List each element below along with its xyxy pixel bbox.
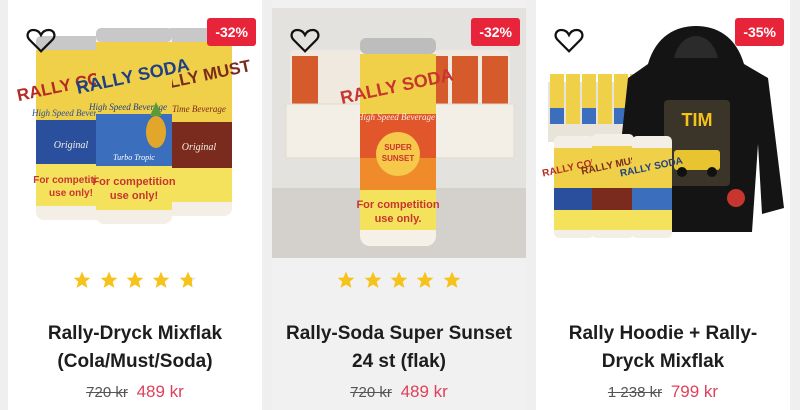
svg-text:SUNSET: SUNSET [382, 154, 415, 163]
discount-badge: -32% [207, 18, 256, 46]
product-price: 720 kr 489 kr [272, 381, 526, 404]
svg-text:use only.: use only. [375, 213, 422, 225]
svg-text:Turbo Tropic: Turbo Tropic [113, 153, 155, 162]
star-icon [337, 271, 355, 288]
product-card[interactable]: RALLY MUST Time Beverage Original RALLY … [8, 0, 262, 410]
svg-text:Original: Original [182, 142, 217, 153]
discount-badge: -35% [735, 18, 784, 46]
star-icon [364, 271, 381, 288]
svg-text:High Speed Beverage: High Speed Beverage [356, 112, 435, 122]
svg-text:use only!: use only! [110, 190, 158, 202]
star-icon [73, 271, 91, 288]
heart-icon[interactable] [290, 26, 320, 54]
heart-icon[interactable] [26, 26, 56, 54]
svg-text:SUPER: SUPER [384, 143, 412, 152]
svg-text:Original: Original [54, 140, 89, 151]
product-title[interactable]: Rally-Soda Super Sunset 24 st (flak) [282, 320, 516, 376]
star-half-icon [179, 271, 197, 288]
product-price: 1 238 kr 799 kr [536, 381, 790, 404]
svg-text:use only!: use only! [49, 188, 93, 199]
heart-icon[interactable] [554, 26, 584, 54]
original-price: 720 kr [86, 384, 128, 401]
sale-price: 489 kr [136, 382, 184, 401]
discount-badge: -32% [471, 18, 520, 46]
sale-price: 489 kr [400, 382, 448, 401]
product-title[interactable]: Rally Hoodie + Rally-Dryck Mixflak [546, 320, 780, 376]
svg-text:For competition: For competition [356, 199, 439, 211]
star-icon [390, 271, 408, 288]
svg-text:For competition: For competition [92, 176, 175, 188]
product-title[interactable]: Rally-Dryck Mixflak (Cola/Must/Soda) [18, 320, 252, 376]
star-icon [153, 271, 170, 288]
star-icon [100, 271, 117, 288]
star-icon [417, 271, 434, 288]
product-card[interactable]: RALLY SODA High Speed Beverage SUPER SUN… [272, 0, 526, 410]
rating-stars [272, 270, 526, 296]
svg-text:Time Beverage: Time Beverage [172, 104, 226, 114]
original-price: 720 kr [350, 384, 392, 401]
star-icon [443, 271, 461, 288]
star-icon [126, 271, 144, 288]
product-price: 720 kr 489 kr [8, 381, 262, 404]
product-card[interactable]: TIM RALLY COLA RALLY MUST RALLY SODA -35… [536, 0, 790, 410]
svg-text:TIM: TIM [682, 110, 713, 130]
rating-stars [8, 270, 262, 296]
sale-price: 799 kr [670, 382, 719, 401]
original-price: 1 238 kr [607, 384, 663, 401]
